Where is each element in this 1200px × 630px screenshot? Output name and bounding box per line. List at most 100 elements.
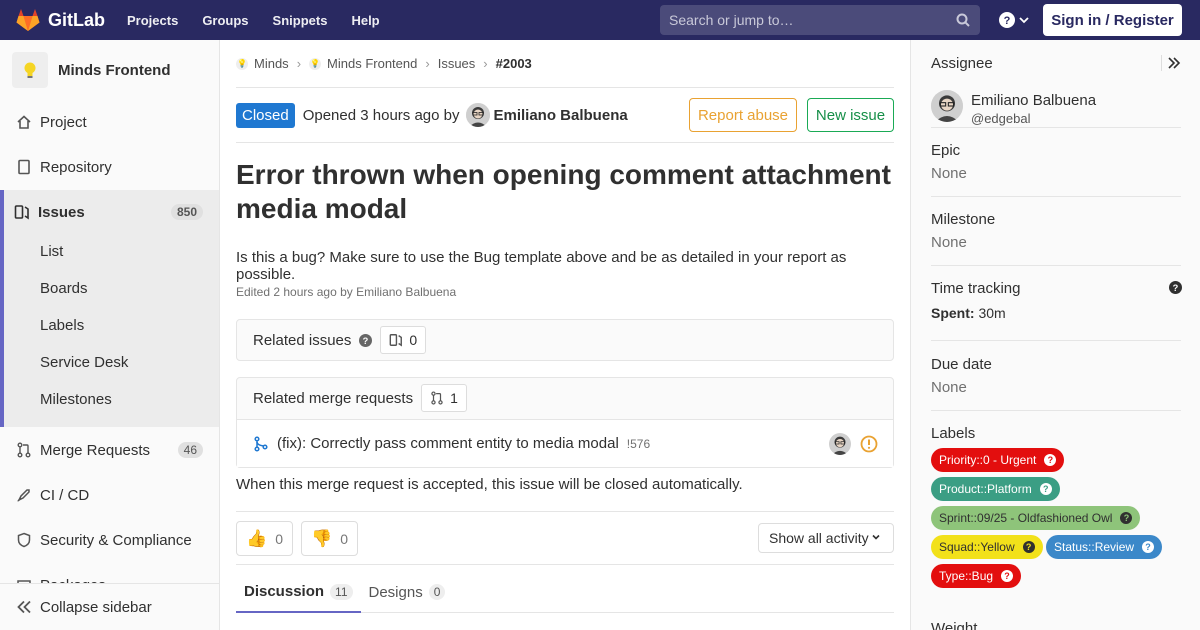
epic-section: Epic None — [931, 142, 1181, 182]
tab-designs[interactable]: Designs 0 — [361, 572, 454, 612]
shield-icon — [16, 532, 32, 548]
merge-request-title: (fix): Correctly pass comment entity to … — [277, 435, 619, 452]
nav-groups[interactable]: Groups — [202, 13, 248, 28]
thumbs-down-count: 0 — [340, 530, 348, 547]
assignee-section: Assignee Emiliano Balbuena @edgebal — [931, 55, 1181, 135]
sidebar-item-project[interactable]: Project — [0, 110, 219, 134]
thumbs-up-count: 0 — [275, 530, 283, 547]
home-icon — [16, 114, 32, 130]
related-mrs-count-value: 1 — [450, 390, 458, 406]
epic-label: Epic — [931, 142, 961, 159]
project-header[interactable]: Minds Frontend — [0, 40, 219, 100]
tab-count: 0 — [428, 584, 446, 600]
divider — [931, 410, 1181, 411]
related-mrs-count[interactable]: 1 — [421, 384, 467, 412]
merge-request-icon — [16, 442, 32, 458]
issues-section: Issues 850 List Boards Labels Service De… — [0, 190, 219, 427]
collapse-sidebar-button[interactable]: Collapse sidebar — [0, 583, 219, 630]
sidebar-sub-service-desk[interactable]: Service Desk — [40, 354, 128, 371]
project-avatar-small: 💡 — [309, 57, 322, 70]
label-text: Sprint::09/25 - Oldfashioned Owl — [939, 511, 1113, 525]
author-name[interactable]: Emiliano Balbuena — [494, 107, 628, 124]
label-squad[interactable]: Squad::Yellow ? — [931, 535, 1043, 559]
tab-discussion[interactable]: Discussion 11 — [236, 572, 361, 613]
merge-request-item[interactable]: (fix): Correctly pass comment entity to … — [237, 419, 893, 467]
merge-request-icon — [431, 391, 443, 405]
label-type[interactable]: Type::Bug ? — [931, 564, 1022, 588]
search-input[interactable]: Search or jump to… — [660, 5, 980, 35]
activity-filter-dropdown[interactable]: Show all activity — [758, 523, 894, 553]
breadcrumb-issue-id[interactable]: #2003 — [496, 56, 532, 71]
thumbs-down-icon: 👎 — [311, 528, 333, 548]
label-sprint[interactable]: Sprint::09/25 - Oldfashioned Owl ? — [931, 506, 1141, 530]
sidebar-item-ci-cd[interactable]: CI / CD — [0, 483, 219, 507]
divider — [931, 196, 1181, 197]
label-text: Status::Review — [1054, 540, 1135, 554]
help-dropdown[interactable]: ? — [999, 12, 1029, 28]
divider — [236, 142, 894, 143]
group-avatar: 💡 — [236, 57, 248, 70]
breadcrumb-project[interactable]: Minds Frontend — [327, 56, 417, 71]
label-text: Product::Platform — [939, 482, 1032, 496]
brand-name: GitLab — [48, 9, 105, 30]
mr-author-avatar[interactable] — [829, 433, 851, 455]
sidebar-item-repository[interactable]: Repository — [0, 155, 219, 179]
right-sidebar: Assignee Emiliano Balbuena @edgebal Epic… — [910, 40, 1200, 630]
related-issues-count-value: 0 — [409, 332, 418, 348]
label-product[interactable]: Product::Platform ? — [931, 477, 1060, 501]
assignee-avatar[interactable] — [931, 90, 963, 122]
breadcrumb-separator: › — [296, 56, 302, 71]
milestone-label: Milestone — [931, 211, 996, 228]
related-mrs-label: Related merge requests — [253, 389, 414, 407]
breadcrumb-minds[interactable]: Minds — [254, 56, 289, 71]
thumbs-up-button[interactable]: 👍 0 — [236, 521, 293, 556]
labels-section: Labels Priority::0 - Urgent ? Product::P… — [931, 425, 1181, 595]
sign-in-button[interactable]: Sign in / Register — [1043, 4, 1182, 36]
author-avatar[interactable] — [465, 103, 490, 127]
divider — [236, 87, 894, 88]
sidebar-item-label: Issues — [38, 203, 85, 221]
spent-label: Spent: — [931, 305, 975, 321]
assignee-name[interactable]: Emiliano Balbuena — [971, 92, 1096, 109]
label-text: Type::Bug — [939, 569, 994, 583]
sidebar-sub-milestones[interactable]: Milestones — [40, 391, 112, 408]
sidebar-sub-boards[interactable]: Boards — [40, 280, 88, 297]
related-issues-count[interactable]: 0 — [380, 326, 427, 354]
sidebar-sub-labels[interactable]: Labels — [40, 317, 84, 334]
weight-label: Weight — [931, 620, 978, 630]
nav-snippets[interactable]: Snippets — [273, 13, 328, 28]
assignee-username: @edgebal — [971, 111, 1031, 126]
nav-projects[interactable]: Projects — [127, 13, 178, 28]
nav-help[interactable]: Help — [351, 13, 379, 28]
label-priority[interactable]: Priority::0 - Urgent ? — [931, 448, 1065, 472]
issue-description: Is this a bug? Make sure to use the Bug … — [236, 249, 847, 283]
question-circle-icon: ? — [999, 12, 1015, 28]
sidebar-sub-list[interactable]: List — [40, 243, 63, 260]
issue-tabs: Discussion 11 Designs 0 — [236, 572, 894, 613]
rocket-icon — [16, 487, 32, 503]
epic-value: None — [931, 165, 967, 182]
milestone-value: None — [931, 234, 967, 251]
sidebar-item-merge-requests[interactable]: Merge Requests 46 — [0, 438, 219, 462]
tab-count: 11 — [330, 583, 353, 600]
new-issue-button[interactable]: New issue — [807, 98, 894, 132]
gitlab-logo[interactable]: GitLab — [16, 0, 105, 40]
related-issues-card: Related issues ? 0 — [236, 319, 894, 361]
activity-filter-label: Show all activity — [769, 530, 869, 546]
issues-icon — [14, 204, 30, 220]
svg-text:?: ? — [363, 335, 369, 345]
due-date-section: Due date None — [931, 356, 1181, 396]
sidebar-item-issues[interactable]: Issues 850 — [4, 200, 219, 224]
divider — [236, 511, 894, 512]
label-status[interactable]: Status::Review ? — [1046, 535, 1163, 559]
report-abuse-button[interactable]: Report abuse — [689, 98, 797, 132]
sidebar-item-security[interactable]: Security & Compliance — [0, 528, 219, 552]
question-circle-icon[interactable]: ? — [359, 333, 373, 347]
double-chevron-left-icon — [17, 600, 31, 614]
breadcrumb-issues[interactable]: Issues — [438, 56, 476, 71]
question-circle-icon[interactable]: ? — [1169, 281, 1182, 294]
svg-text:?: ? — [1004, 15, 1011, 27]
thumbs-down-button[interactable]: 👎 0 — [301, 521, 358, 556]
question-circle-icon: ? — [1022, 541, 1035, 553]
question-circle-icon: ? — [1142, 541, 1155, 553]
